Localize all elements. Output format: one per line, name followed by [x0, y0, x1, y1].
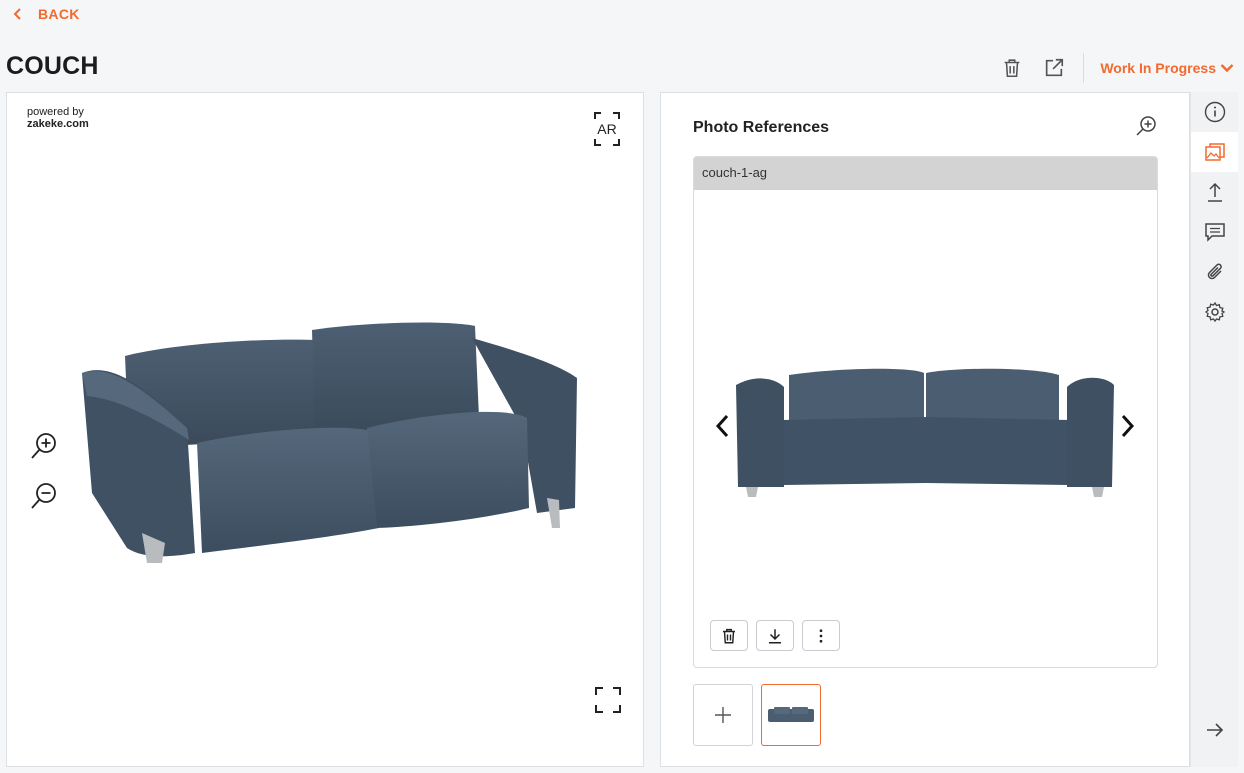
sidebar-item-attachments[interactable] — [1191, 252, 1238, 292]
plus-icon — [715, 707, 731, 723]
trash-icon[interactable] — [1001, 57, 1023, 79]
chevron-right-icon[interactable] — [1118, 413, 1136, 439]
add-reference-button[interactable] — [693, 684, 753, 746]
arrow-right-icon — [1206, 723, 1223, 737]
download-reference-button[interactable] — [756, 620, 794, 651]
sidebar-item-comments[interactable] — [1191, 212, 1238, 252]
reference-name: couch-1-ag — [694, 157, 1157, 190]
reference-thumbnails — [693, 684, 821, 746]
ar-icon[interactable]: AR — [594, 112, 620, 146]
reference-actions — [710, 620, 840, 651]
download-icon — [769, 628, 781, 643]
status-dropdown[interactable]: Work In Progress — [1100, 60, 1234, 76]
3d-viewer[interactable]: powered by zakeke.com AR — [6, 92, 644, 767]
collapse-sidebar-button[interactable] — [1191, 710, 1238, 750]
photo-references-panel: Photo References couch-1-ag — [660, 92, 1190, 767]
zoom-out-icon[interactable] — [29, 481, 59, 511]
chevron-down-icon — [1220, 64, 1234, 73]
couch-thumbnail-image — [768, 707, 814, 722]
images-icon — [1204, 143, 1225, 161]
external-link-icon[interactable] — [1043, 57, 1065, 79]
page-title: COUCH — [6, 52, 99, 80]
more-vertical-icon — [819, 628, 823, 643]
more-options-button[interactable] — [802, 620, 840, 651]
comment-icon — [1204, 223, 1225, 242]
upload-icon — [1207, 182, 1222, 202]
reference-card: couch-1-ag — [693, 156, 1158, 668]
back-link[interactable]: BACK — [12, 6, 80, 22]
zoom-in-icon[interactable] — [29, 431, 59, 461]
powered-by-text: powered by — [27, 106, 84, 118]
back-label: BACK — [38, 6, 80, 22]
delete-reference-button[interactable] — [710, 620, 748, 651]
sidebar-item-upload[interactable] — [1191, 172, 1238, 212]
trash-icon — [723, 628, 735, 643]
sidebar-item-settings[interactable] — [1191, 292, 1238, 332]
sidebar-item-info[interactable] — [1191, 92, 1238, 132]
header-divider — [1083, 53, 1085, 83]
panel-title: Photo References — [693, 119, 830, 136]
fullscreen-icon[interactable] — [595, 687, 621, 713]
paperclip-icon — [1207, 263, 1222, 280]
chevron-left-icon — [13, 8, 21, 20]
chevron-left-icon[interactable] — [714, 413, 732, 439]
sidebar-item-photo-references[interactable] — [1191, 132, 1238, 172]
status-label: Work In Progress — [1100, 60, 1216, 76]
reference-thumbnail[interactable] — [761, 684, 821, 746]
powered-by: powered by zakeke.com — [27, 106, 89, 130]
right-sidebar — [1190, 92, 1238, 767]
info-icon — [1204, 101, 1225, 123]
zoom-in-icon[interactable] — [1135, 115, 1157, 137]
ar-label: AR — [597, 121, 616, 137]
header-actions: Work In Progress — [1001, 52, 1234, 84]
brand-name: zakeke.com — [27, 118, 89, 130]
couch-3d-model[interactable] — [67, 318, 577, 568]
reference-photo — [736, 368, 1114, 497]
gear-icon — [1204, 301, 1225, 323]
